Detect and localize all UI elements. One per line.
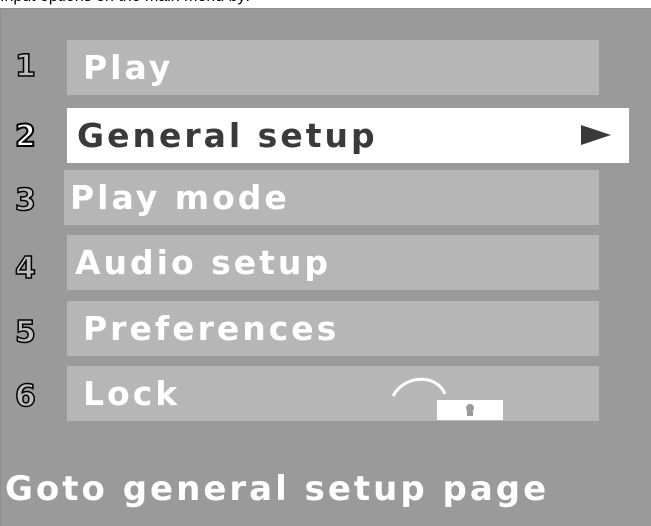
right-arrow-icon bbox=[581, 125, 611, 145]
osd-menu-panel: 1 Play 2 General setup 3 Play mode 4 Aud… bbox=[0, 8, 651, 526]
menu-item-number-3: 3 bbox=[14, 182, 36, 219]
menu-item-label: Play mode bbox=[70, 178, 290, 217]
padlock-icon bbox=[391, 377, 503, 420]
menu-item-label: Lock bbox=[83, 374, 181, 413]
menu-item-lock[interactable]: Lock bbox=[67, 366, 599, 421]
menu-item-audio-setup[interactable]: Audio setup bbox=[67, 235, 599, 290]
menu-item-label: Audio setup bbox=[75, 243, 332, 282]
cropped-caption-text: Input options on the main menu by: bbox=[0, 0, 651, 8]
menu-item-play[interactable]: Play bbox=[67, 40, 599, 95]
menu-item-label: Preferences bbox=[83, 309, 340, 348]
menu-item-number-4: 4 bbox=[14, 250, 36, 287]
menu-item-general-setup[interactable]: General setup bbox=[67, 108, 629, 163]
menu-item-number-1: 1 bbox=[14, 48, 36, 85]
menu-item-label: General setup bbox=[77, 116, 378, 155]
menu-item-preferences[interactable]: Preferences bbox=[67, 301, 599, 356]
menu-item-number-5: 5 bbox=[14, 314, 36, 351]
status-message: Goto general setup page bbox=[5, 469, 550, 509]
menu-item-play-mode[interactable]: Play mode bbox=[64, 170, 599, 225]
menu-item-number-6: 6 bbox=[14, 378, 36, 415]
menu-item-label: Play bbox=[83, 48, 174, 87]
menu-item-number-2: 2 bbox=[14, 118, 37, 155]
